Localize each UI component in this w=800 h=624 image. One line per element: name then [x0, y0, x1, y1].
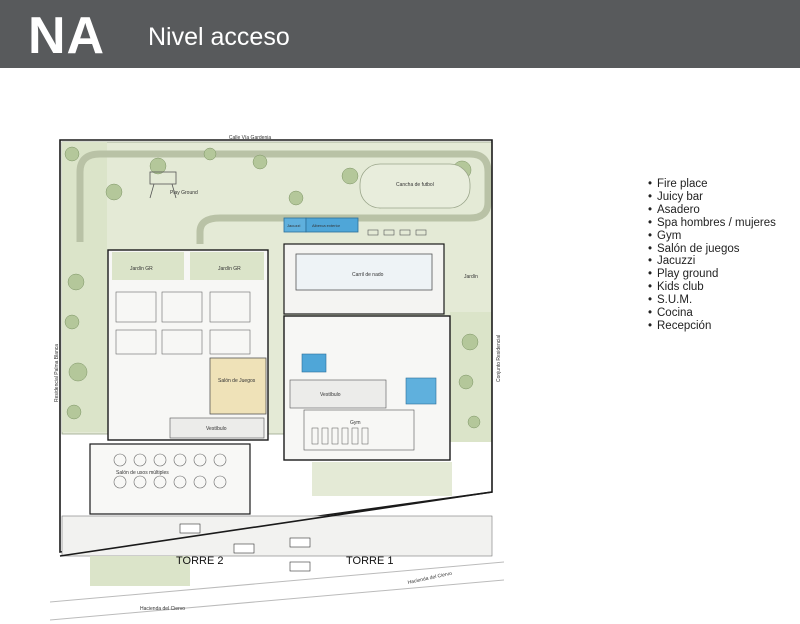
cancha-label: Cancha de futbol: [396, 182, 434, 188]
left-garden-strip: [62, 142, 107, 432]
tree: [458, 374, 474, 390]
spa-jacuzzi: [405, 377, 437, 405]
jardin-right-label: Jardín: [464, 274, 478, 280]
tree: [461, 333, 479, 351]
elevator-core: [301, 353, 327, 373]
vestibulo-left-label: Vestíbulo: [206, 426, 227, 432]
multipurpose-hall: [89, 443, 251, 515]
tree: [467, 415, 481, 429]
side-left-label: Residencial Palma Blanca: [54, 344, 60, 402]
legend-item: • Fire place: [648, 178, 708, 190]
salon-label: Salón de usos múltiples: [116, 470, 169, 476]
legend-item: • Recepción: [648, 319, 712, 332]
legend-item: • Juicy bar: [648, 190, 704, 203]
amenities-legend: • Fire place • Juicy bar • Asadero • Spa hom…: [648, 178, 776, 333]
side-right-label: Conjunto Residencial: [496, 335, 502, 382]
torre2-label: TORRE 2: [176, 555, 223, 567]
street-bottom-right-label: Hacienda del Ciervo: [407, 571, 453, 586]
games-room: [209, 357, 267, 415]
level-code: NA: [28, 7, 106, 65]
tree: [341, 167, 359, 185]
legend-item: • Spa hombres / mujeres: [648, 216, 776, 229]
street-top-label: Calle Vía Gardenia: [229, 135, 271, 141]
tree: [67, 273, 85, 291]
tree: [68, 362, 88, 382]
legend-item: • S.U.M.: [648, 294, 693, 307]
garden-courtyard: [312, 462, 452, 496]
tree: [203, 147, 217, 161]
bottom-greenery: [90, 556, 190, 586]
jacuzzi-label: Jacuzzi: [287, 223, 300, 228]
alberca-label: Alberca exterior: [312, 223, 341, 228]
legend-item: • Salón de juegos: [648, 242, 740, 255]
jardin-left-label: Jardín GR: [130, 266, 153, 272]
torre1-label: TORRE 1: [346, 555, 393, 567]
tree: [105, 183, 123, 201]
tree: [288, 190, 304, 206]
driveway: [61, 515, 493, 557]
tree: [64, 314, 80, 330]
tree: [252, 154, 268, 170]
jardin-mid-label: Jardín GR: [218, 266, 241, 272]
legend-item: • Play ground: [648, 268, 719, 281]
legend-item: • Cocina: [648, 307, 693, 320]
legend-item: • Kids club: [648, 281, 704, 294]
floor-plan: Calle Vía Gardenia Play Ground Cancha de…: [50, 135, 504, 621]
tree: [64, 146, 80, 162]
street-bottom-left-label: Hacienda del Ciervo: [140, 606, 185, 612]
vestibulo-right-label: Vestíbulo: [320, 392, 341, 398]
level-title: Nivel acceso: [148, 23, 290, 51]
carril-label: Carril de nado: [352, 272, 384, 278]
legend-item: • Jacuzzi: [648, 255, 696, 268]
legend-item: • Gym: [648, 229, 682, 242]
juegos-label: Salón de Juegos: [218, 378, 256, 384]
header-bar: NA Nivel acceso: [0, 0, 800, 68]
tree: [66, 404, 82, 420]
play-ground-label: Play Ground: [170, 190, 198, 196]
gym-label: Gym: [350, 420, 361, 426]
legend-item: • Asadero: [648, 203, 700, 216]
